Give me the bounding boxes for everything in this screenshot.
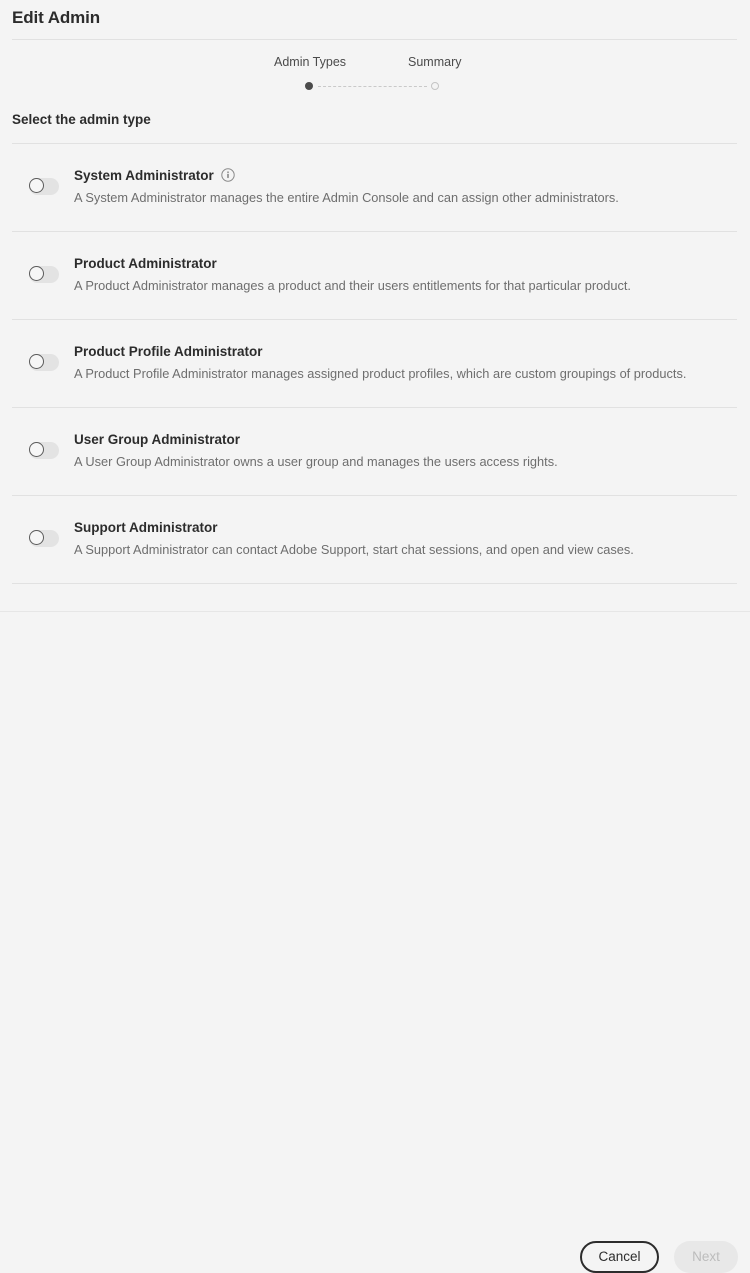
admin-type-body: Product Profile Administrator A Product … xyxy=(74,342,736,382)
toggle-knob xyxy=(29,178,44,193)
section-heading: Select the admin type xyxy=(12,112,151,127)
admin-type-row-product-administrator[interactable]: Product Administrator A Product Administ… xyxy=(0,232,750,319)
toggle-support-administrator[interactable] xyxy=(29,530,59,547)
step-dot-admin-types[interactable] xyxy=(305,82,313,90)
cancel-button[interactable]: Cancel xyxy=(580,1241,659,1273)
admin-type-row-user-group-administrator[interactable]: User Group Administrator A User Group Ad… xyxy=(0,408,750,495)
toggle-user-group-administrator[interactable] xyxy=(29,442,59,459)
toggle-system-administrator[interactable] xyxy=(29,178,59,195)
toggle-knob xyxy=(29,442,44,457)
admin-type-title-line: System Administrator xyxy=(74,166,736,184)
stepper-track xyxy=(305,81,439,91)
next-button[interactable]: Next xyxy=(674,1241,738,1273)
toggle-knob xyxy=(29,266,44,281)
toggle-knob xyxy=(29,530,44,545)
step-label-admin-types: Admin Types xyxy=(274,55,346,69)
admin-type-title-line: User Group Administrator xyxy=(74,430,736,448)
admin-type-body: System Administrator A System Administra… xyxy=(74,166,736,206)
admin-type-body: Support Administrator A Support Administ… xyxy=(74,518,736,558)
admin-type-list: System Administrator A System Administra… xyxy=(0,143,750,584)
admin-type-description: A Product Profile Administrator manages … xyxy=(74,365,736,382)
dialog-footer: Cancel Next xyxy=(0,612,750,673)
admin-type-description: A System Administrator manages the entir… xyxy=(74,189,736,206)
step-dot-summary[interactable] xyxy=(431,82,439,90)
admin-type-title: User Group Administrator xyxy=(74,432,240,447)
toggle-product-profile-administrator[interactable] xyxy=(29,354,59,371)
list-divider xyxy=(12,583,737,584)
admin-type-row-system-administrator[interactable]: System Administrator A System Administra… xyxy=(0,144,750,231)
admin-type-description: A Support Administrator can contact Adob… xyxy=(74,541,736,558)
admin-type-title: Product Administrator xyxy=(74,256,217,271)
admin-type-body: Product Administrator A Product Administ… xyxy=(74,254,736,294)
admin-type-row-product-profile-administrator[interactable]: Product Profile Administrator A Product … xyxy=(0,320,750,407)
toggle-knob xyxy=(29,354,44,369)
admin-type-description: A User Group Administrator owns a user g… xyxy=(74,453,736,470)
dialog-header: Edit Admin xyxy=(0,0,750,40)
toggle-product-administrator[interactable] xyxy=(29,266,59,283)
step-connector-dashed xyxy=(318,86,427,87)
admin-type-title: System Administrator xyxy=(74,168,214,183)
step-label-summary: Summary xyxy=(408,55,461,69)
wizard-stepper: Admin Types Summary xyxy=(0,55,750,95)
info-icon[interactable] xyxy=(221,168,235,182)
admin-type-title: Product Profile Administrator xyxy=(74,344,263,359)
admin-type-title-line: Product Administrator xyxy=(74,254,736,272)
admin-type-description: A Product Administrator manages a produc… xyxy=(74,277,736,294)
admin-type-title: Support Administrator xyxy=(74,520,218,535)
admin-type-body: User Group Administrator A User Group Ad… xyxy=(74,430,736,470)
admin-type-title-line: Support Administrator xyxy=(74,518,736,536)
admin-type-row-support-administrator[interactable]: Support Administrator A Support Administ… xyxy=(0,496,750,583)
header-divider xyxy=(12,39,737,40)
stepper-labels: Admin Types Summary xyxy=(0,55,750,71)
page-title: Edit Admin xyxy=(12,8,100,28)
admin-type-title-line: Product Profile Administrator xyxy=(74,342,736,360)
